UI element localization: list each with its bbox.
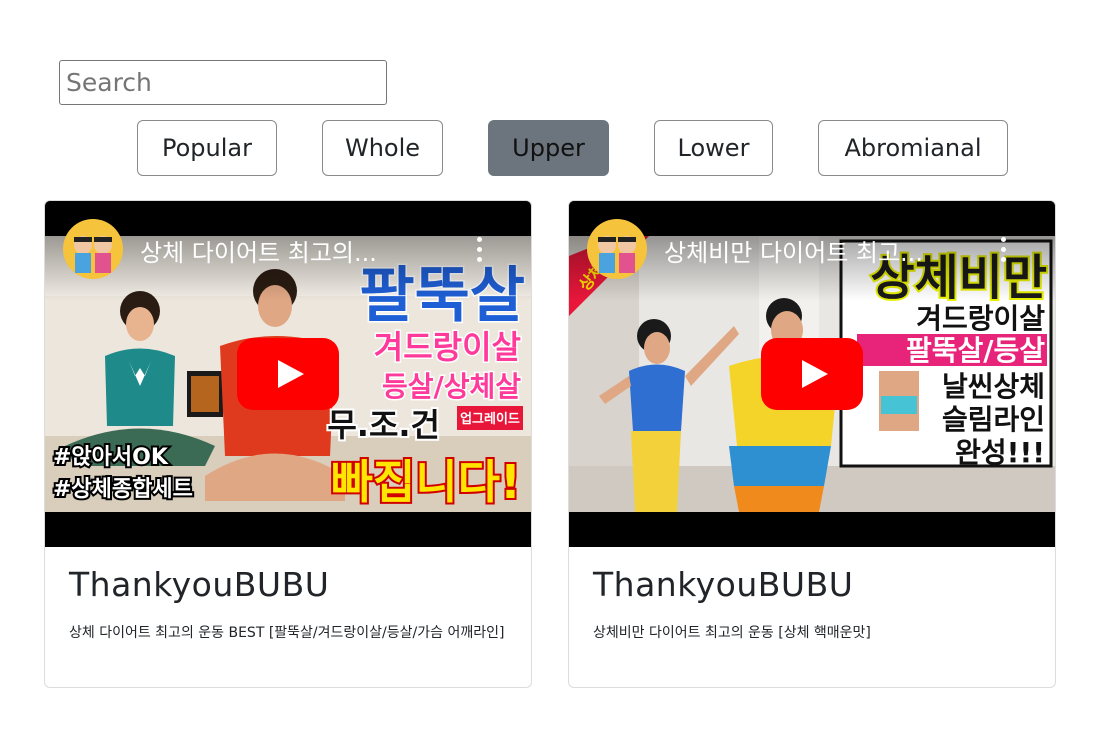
category-upper-button[interactable]: Upper (488, 120, 609, 176)
category-whole-button[interactable]: Whole (322, 120, 443, 176)
video-description: 상체 다이어트 최고의 운동 BEST [팔뚝살/겨드랑이살/등살/가슴 어깨라… (69, 625, 505, 641)
youtube-play-icon[interactable] (761, 338, 863, 410)
kebab-menu-icon[interactable] (999, 237, 1007, 263)
category-popular-button[interactable]: Popular (137, 120, 277, 176)
video-card: 상체비만 겨드랑이살 팔뚝살/등살 날씬상체 슬림라인 완성!!! 상체 핵 상… (568, 200, 1056, 688)
video-title[interactable]: 상체비만 다이어트 최고... (664, 233, 964, 268)
channel-name: ThankyouBUBU (69, 565, 330, 604)
video-player[interactable]: 상체비만 겨드랑이살 팔뚝살/등살 날씬상체 슬림라인 완성!!! 상체 핵 상… (569, 201, 1055, 547)
kebab-menu-icon[interactable] (475, 237, 483, 263)
channel-name: ThankyouBUBU (593, 565, 854, 604)
youtube-play-icon[interactable] (237, 338, 339, 410)
video-description: 상체비만 다이어트 최고의 운동 [상체 핵매운맛] (593, 625, 871, 641)
search-input[interactable] (59, 60, 387, 105)
category-lower-button[interactable]: Lower (654, 120, 773, 176)
video-card: 팔뚝살 겨드랑이살 등살/상체살 무.조.건 업그레이드 빠집니다! #앉아서O… (44, 200, 532, 688)
video-title[interactable]: 상체 다이어트 최고의... (140, 233, 440, 268)
channel-avatar[interactable] (587, 219, 647, 279)
category-abromianal-button[interactable]: Abromianal (818, 120, 1008, 176)
video-player[interactable]: 팔뚝살 겨드랑이살 등살/상체살 무.조.건 업그레이드 빠집니다! #앉아서O… (45, 201, 531, 547)
channel-avatar[interactable] (63, 219, 123, 279)
